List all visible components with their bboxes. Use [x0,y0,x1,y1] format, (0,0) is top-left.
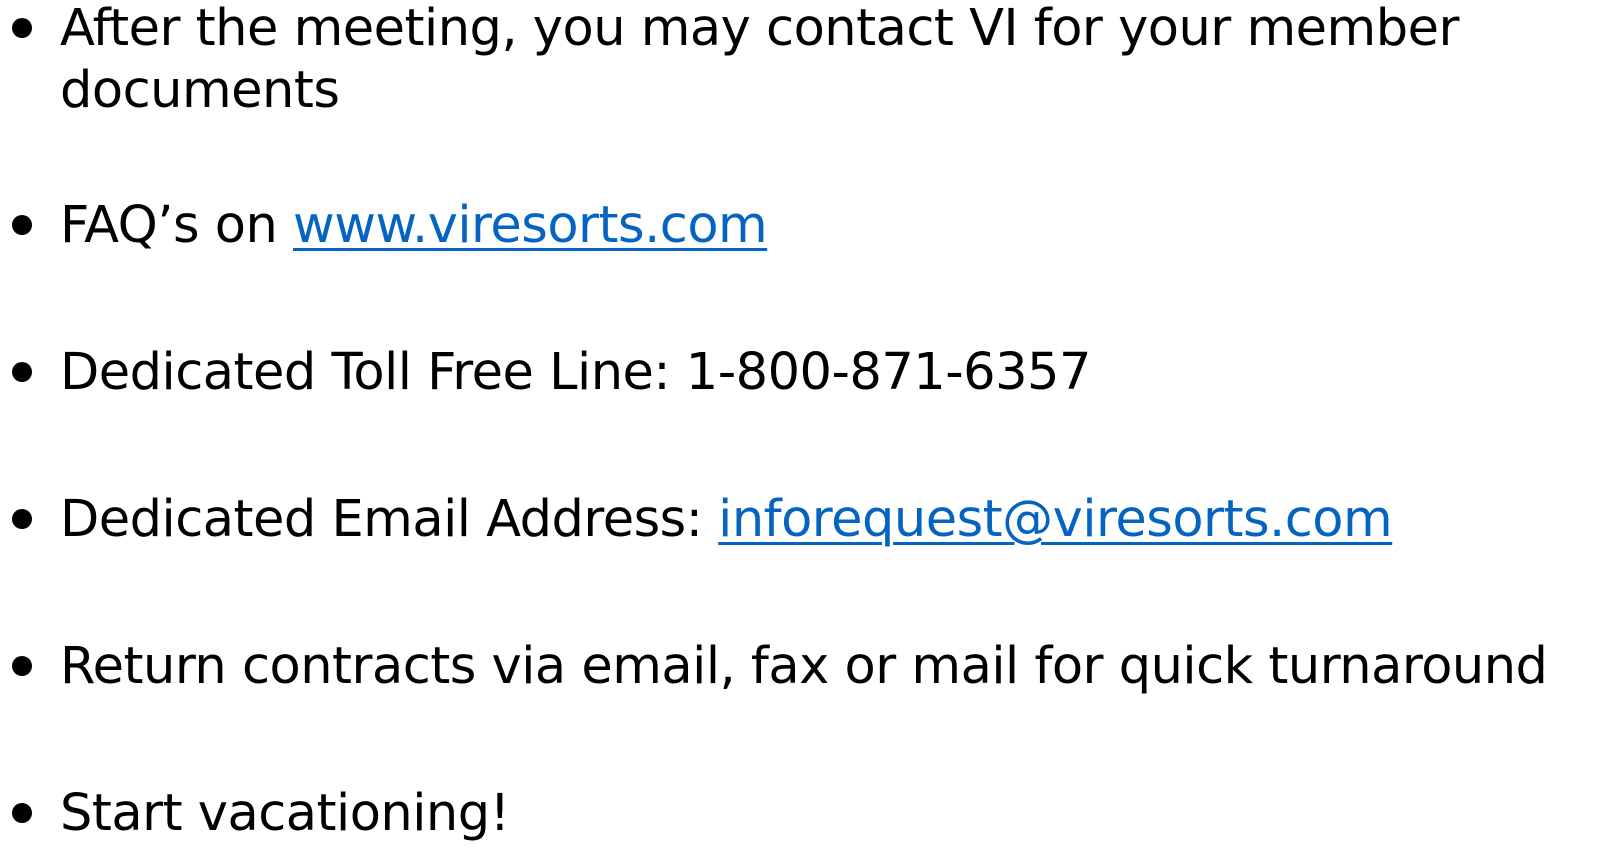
bullet-text: After the meeting, you may contact VI fo… [60,0,1459,120]
bullet-dot-icon [12,509,32,529]
slide: After the meeting, you may contact VI fo… [0,0,1600,858]
bullet-text: Dedicated Email Address: inforequest@vir… [60,489,1590,551]
bullet-dot-icon [12,362,32,382]
website-link[interactable]: www.viresorts.com [293,196,768,255]
email-link[interactable]: inforequest@viresorts.com [718,490,1393,549]
bullet-dot-icon [12,215,32,235]
bullet-text: Dedicated Toll Free Line: 1-800-871-6357 [60,343,1091,402]
bullet-prefix: FAQ’s on [60,196,294,255]
bullet-text: Start vacationing! [60,784,510,843]
bullet-text: FAQ’s on www.viresorts.com [60,195,1590,257]
bullet-dot-icon [12,803,32,823]
bullet-dot-icon [12,656,32,676]
bullet-dot-icon [12,18,32,38]
bullet-text: Return contracts via email, fax or mail … [60,637,1548,696]
bullet-prefix: Dedicated Email Address: [60,490,719,549]
